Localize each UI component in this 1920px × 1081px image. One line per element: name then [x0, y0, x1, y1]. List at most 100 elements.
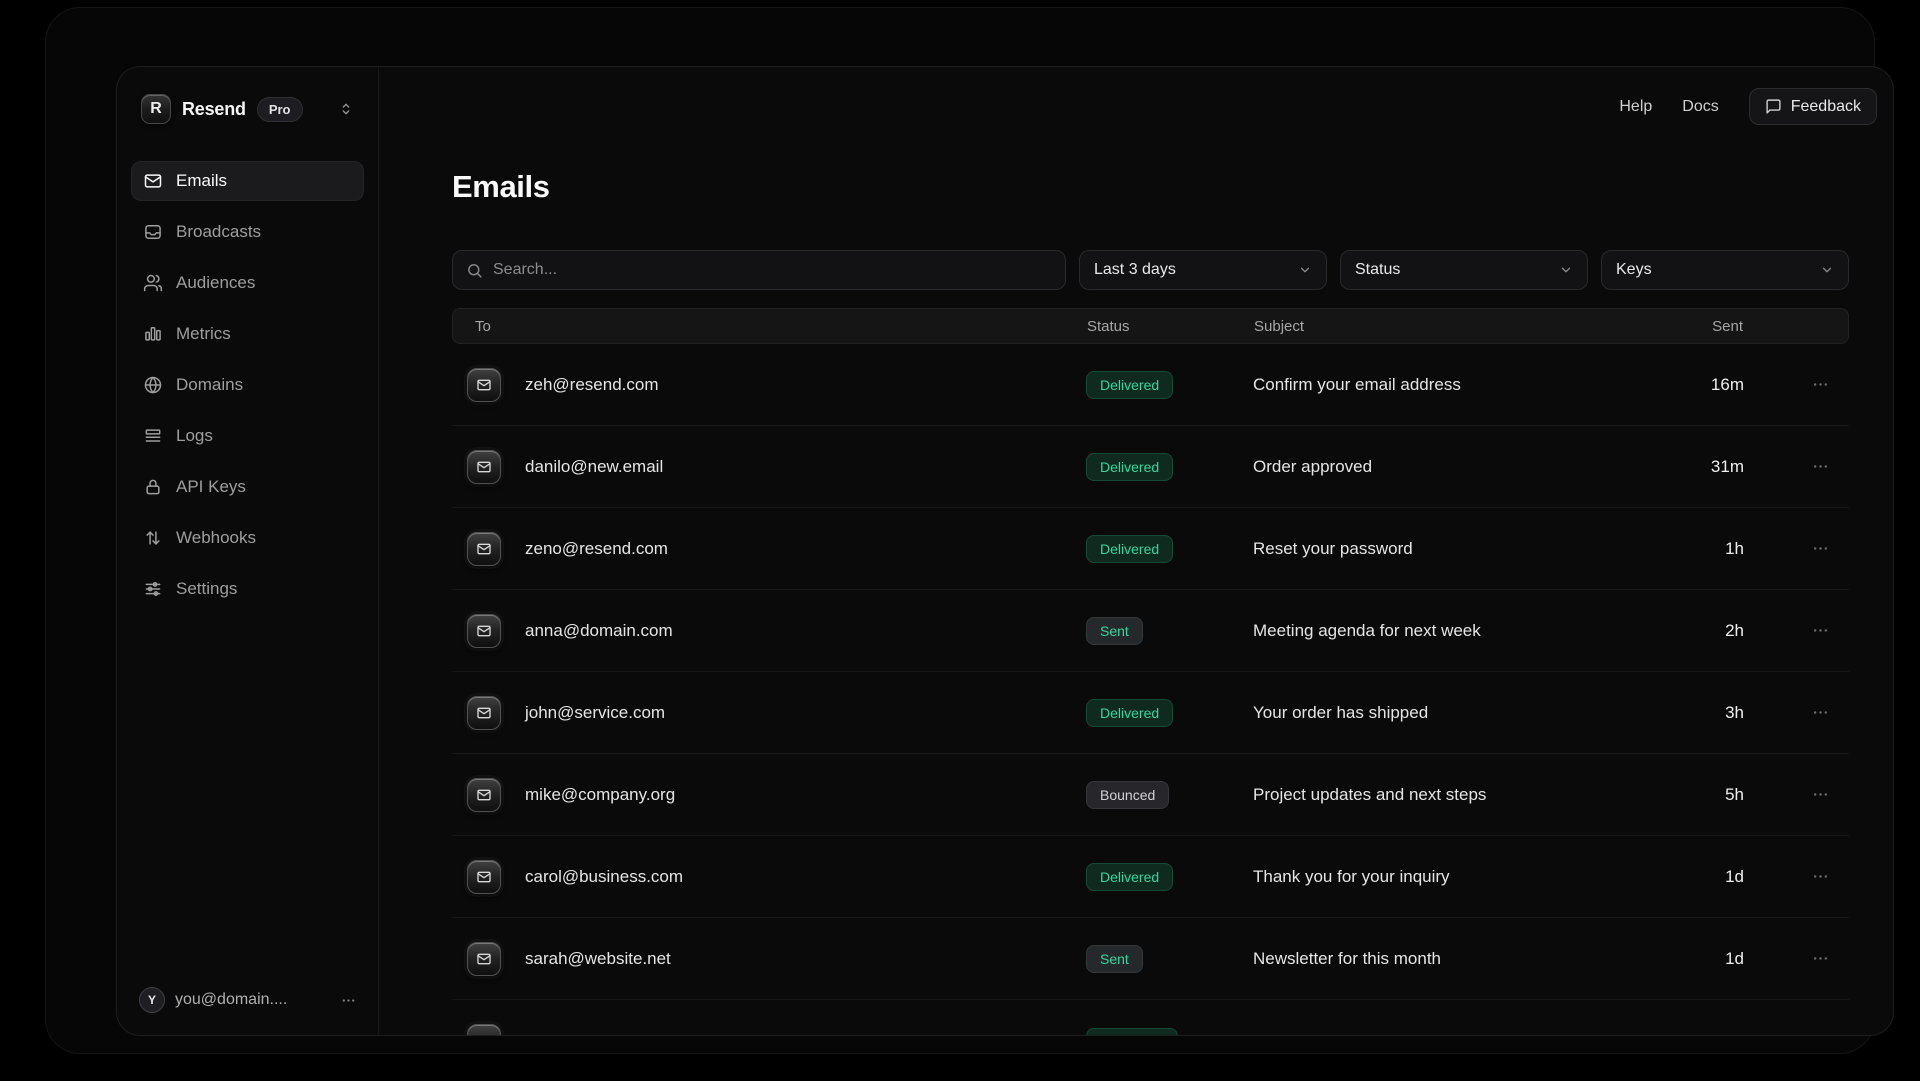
emails-table: To Status Subject Sent zeh@resend.com De… [452, 308, 1849, 1036]
search-input[interactable] [493, 261, 1052, 279]
recipient-email: danilo@new.email [525, 457, 663, 477]
emails-page: Emails Last 3 days Status [379, 125, 1893, 1036]
ellipsis-icon [1812, 868, 1829, 885]
table-row[interactable]: sarah@website.net Sent Newsletter for th… [452, 918, 1849, 1000]
user-menu-button[interactable] [341, 993, 356, 1008]
date-range-select[interactable]: Last 3 days [1079, 250, 1327, 290]
sidebar-item-broadcasts[interactable]: Broadcasts [131, 212, 364, 252]
status-select[interactable]: Status [1340, 250, 1588, 290]
sent-time: 1d [1634, 867, 1744, 887]
ellipsis-icon [1812, 786, 1829, 803]
row-menu-button[interactable] [1744, 704, 1829, 721]
sidebar-item-logs[interactable]: Logs [131, 416, 364, 456]
email-icon [467, 532, 501, 566]
mail-icon [143, 171, 163, 191]
keys-select[interactable]: Keys [1601, 250, 1849, 290]
sidebar-item-label: Broadcasts [176, 222, 261, 242]
row-menu-button[interactable] [1744, 786, 1829, 803]
sent-time: 16m [1634, 375, 1744, 395]
table-row[interactable]: zeno@resend.com Delivered Reset your pas… [452, 508, 1849, 590]
sidebar-item-api-keys[interactable]: API Keys [131, 467, 364, 507]
status-badge: Sent [1086, 617, 1143, 645]
filters-bar: Last 3 days Status Keys [452, 250, 1849, 290]
ellipsis-icon [1812, 950, 1829, 967]
arrows-up-down-icon [143, 528, 163, 548]
inbox-icon [143, 222, 163, 242]
recipient-email: mike@company.org [525, 785, 675, 805]
ellipsis-icon [1812, 458, 1829, 475]
email-subject: Reset your password [1253, 539, 1634, 559]
row-menu-button[interactable] [1744, 540, 1829, 557]
feedback-button[interactable]: Feedback [1749, 88, 1877, 125]
recipient-email: anna@domain.com [525, 621, 673, 641]
keys-value: Keys [1616, 261, 1652, 279]
workspace-name: Resend [182, 99, 246, 120]
status-badge: Delivered [1086, 535, 1173, 563]
avatar: Y [139, 987, 165, 1013]
search-box[interactable] [452, 250, 1066, 290]
table-row[interactable]: mike@company.org Bounced Project updates… [452, 754, 1849, 836]
docs-link[interactable]: Docs [1682, 98, 1718, 116]
date-range-value: Last 3 days [1094, 261, 1176, 279]
status-badge: Bounced [1086, 781, 1169, 809]
table-row[interactable]: anna@domain.com Sent Meeting agenda for … [452, 590, 1849, 672]
email-subject: Thank you for your inquiry [1253, 867, 1634, 887]
sidebar-item-label: Settings [176, 579, 237, 599]
sidebar-item-settings[interactable]: Settings [131, 569, 364, 609]
sidebar-item-domains[interactable]: Domains [131, 365, 364, 405]
table-row[interactable]: zeh@resend.com Delivered Confirm your em… [452, 344, 1849, 426]
table-row-partial[interactable] [452, 1000, 1849, 1036]
globe-icon [143, 375, 163, 395]
sidebar-item-label: Logs [176, 426, 213, 446]
email-subject: Order approved [1253, 457, 1634, 477]
status-badge: Delivered [1086, 699, 1173, 727]
sidebar-item-label: Webhooks [176, 528, 256, 548]
email-icon [467, 860, 501, 894]
column-header-subject: Subject [1254, 318, 1633, 335]
feedback-label: Feedback [1791, 98, 1861, 116]
sent-time: 31m [1634, 457, 1744, 477]
sidebar-nav: Emails Broadcasts Audiences Metrics Doma… [131, 161, 364, 609]
ellipsis-icon [1812, 704, 1829, 721]
email-icon [467, 696, 501, 730]
main-content: Help Docs Feedback Emails Last 3 days [379, 67, 1893, 1035]
workspace-switcher[interactable]: R Resend Pro [131, 93, 364, 125]
status-badge: Delivered [1086, 453, 1173, 481]
bar-chart-icon [143, 324, 163, 344]
help-link[interactable]: Help [1619, 98, 1652, 116]
user-account[interactable]: Y you@domain.... [131, 987, 364, 1013]
resend-logo: R [141, 94, 171, 124]
row-menu-button[interactable] [1744, 868, 1829, 885]
recipient-email: carol@business.com [525, 867, 683, 887]
row-menu-button[interactable] [1744, 458, 1829, 475]
sidebar-item-label: Domains [176, 375, 243, 395]
recipient-email: sarah@website.net [525, 949, 671, 969]
chevron-down-icon [1298, 263, 1312, 277]
sidebar-item-label: API Keys [176, 477, 246, 497]
email-subject: Your order has shipped [1253, 703, 1634, 723]
search-icon [466, 262, 483, 279]
sidebar: R Resend Pro Emails Broadcasts A [117, 67, 379, 1035]
sidebar-item-emails[interactable]: Emails [131, 161, 364, 201]
column-header-sent: Sent [1633, 318, 1743, 335]
sliders-icon [143, 579, 163, 599]
email-subject: Newsletter for this month [1253, 949, 1634, 969]
sent-time: 2h [1634, 621, 1744, 641]
chevron-up-down-icon[interactable] [338, 101, 354, 117]
table-row[interactable]: carol@business.com Delivered Thank you f… [452, 836, 1849, 918]
users-icon [143, 273, 163, 293]
sidebar-item-audiences[interactable]: Audiences [131, 263, 364, 303]
table-row[interactable]: danilo@new.email Delivered Order approve… [452, 426, 1849, 508]
sidebar-item-metrics[interactable]: Metrics [131, 314, 364, 354]
user-email: you@domain.... [175, 991, 287, 1009]
row-menu-button[interactable] [1744, 622, 1829, 639]
row-menu-button[interactable] [1744, 376, 1829, 393]
row-menu-button[interactable] [1744, 950, 1829, 967]
table-row[interactable]: john@service.com Delivered Your order ha… [452, 672, 1849, 754]
status-badge [1086, 1028, 1178, 1037]
email-subject: Project updates and next steps [1253, 785, 1634, 805]
email-icon [467, 778, 501, 812]
sidebar-item-webhooks[interactable]: Webhooks [131, 518, 364, 558]
chevron-down-icon [1559, 263, 1573, 277]
status-badge: Delivered [1086, 863, 1173, 891]
